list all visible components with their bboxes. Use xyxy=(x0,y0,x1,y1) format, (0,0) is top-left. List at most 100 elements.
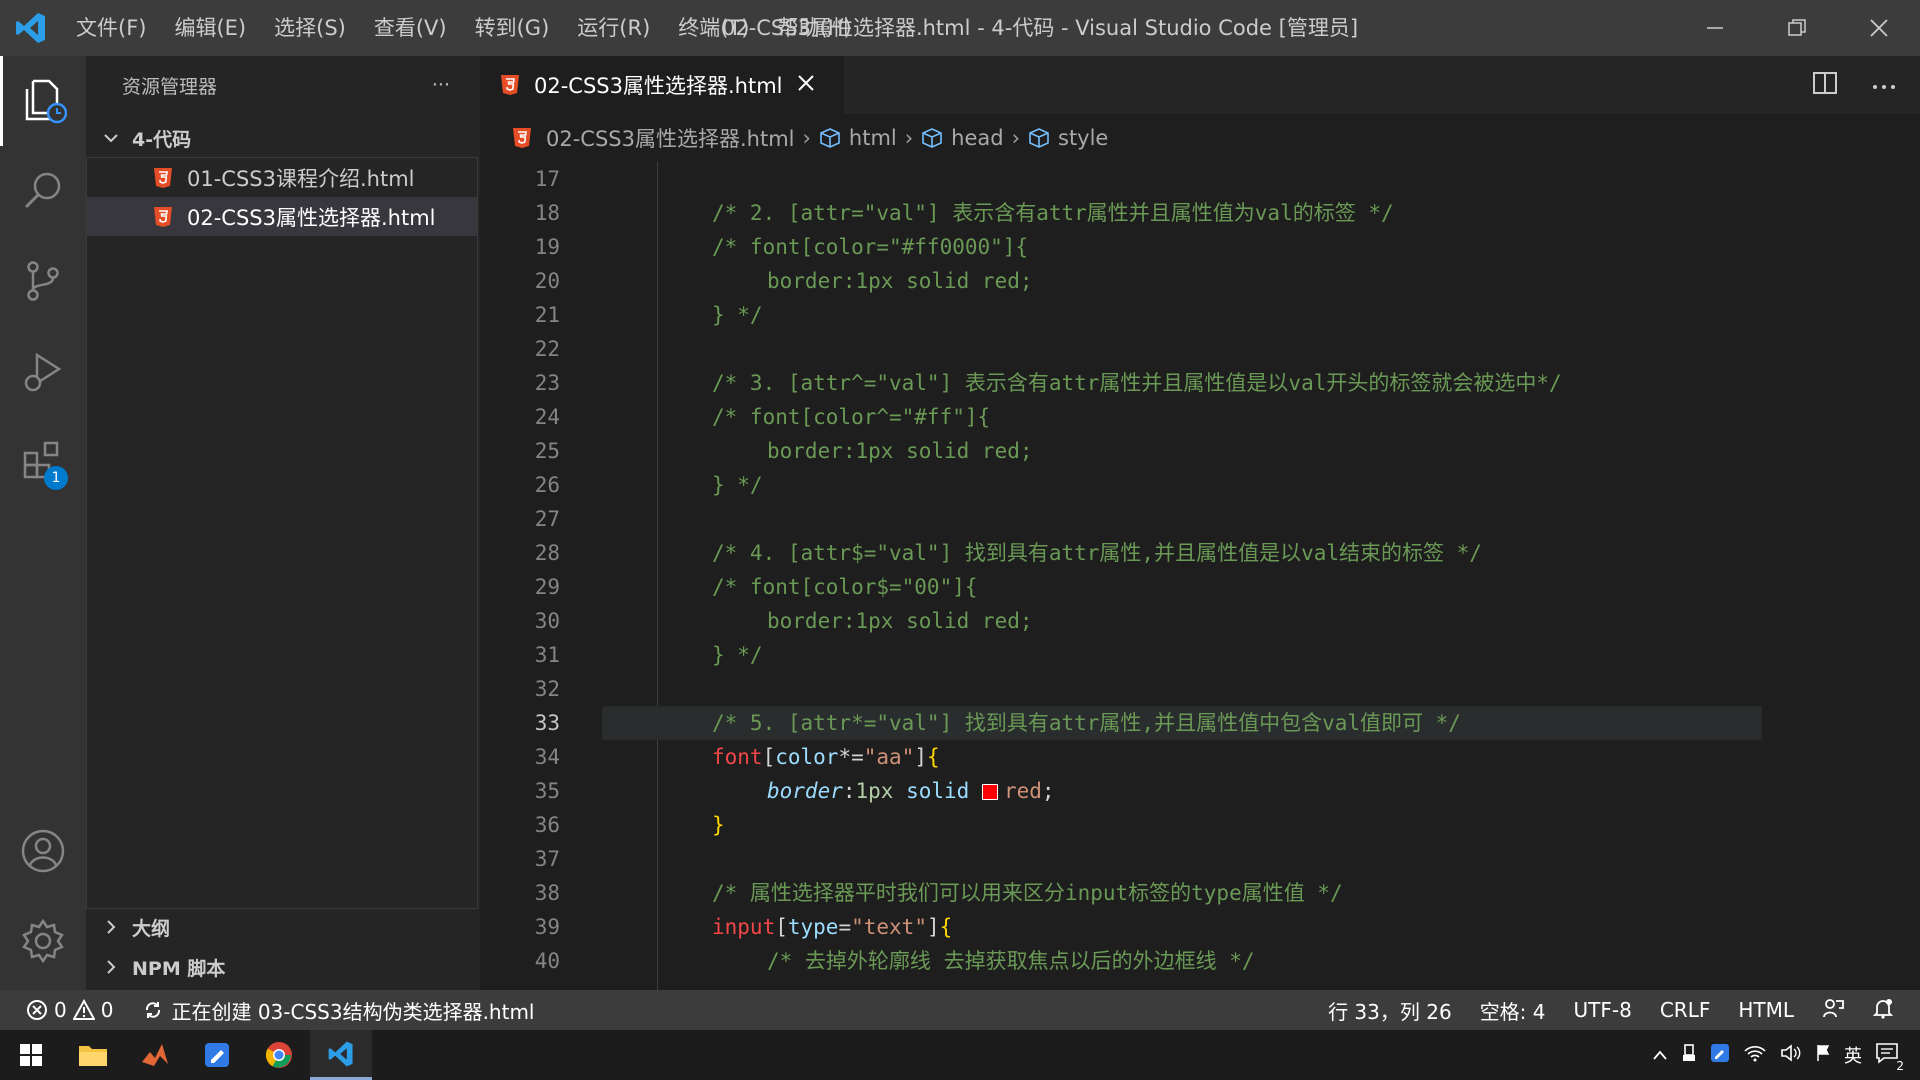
problems-button[interactable]: 0 0 xyxy=(26,998,113,1022)
search-button[interactable] xyxy=(0,146,86,236)
operator: = xyxy=(838,915,852,939)
line-number: 37 xyxy=(534,847,560,871)
attr-value: "aa" xyxy=(863,745,915,769)
editor-more-button[interactable] xyxy=(1872,76,1896,95)
tray-volume-icon[interactable] xyxy=(1780,1043,1802,1067)
manage-button[interactable] xyxy=(0,896,86,986)
symbol-cube-icon xyxy=(921,127,943,149)
chevron-right-icon: › xyxy=(802,126,811,150)
action-center-button[interactable]: 2 xyxy=(1876,1042,1904,1073)
vscode-logo-icon[interactable] xyxy=(0,0,62,56)
menu-selection[interactable]: 选择(S) xyxy=(260,0,360,56)
code-line-23: /* 3. [attr^="val"] 表示含有attr属性并且属性值是以val… xyxy=(712,371,1562,395)
taskbar-vscode[interactable] xyxy=(310,1030,372,1080)
code-line-31: } */ xyxy=(712,643,763,667)
restore-button[interactable] xyxy=(1756,0,1838,56)
html5-icon xyxy=(153,206,173,228)
settings-gear-icon xyxy=(22,918,64,964)
close-window-button[interactable] xyxy=(1838,0,1920,56)
close-tab-button[interactable] xyxy=(797,73,815,97)
extensions-badge: 1 xyxy=(44,466,68,490)
taskbar-notes[interactable] xyxy=(186,1030,248,1080)
windows-start-icon xyxy=(20,1044,42,1066)
taskbar-file-explorer[interactable] xyxy=(62,1030,124,1080)
breadcrumb-file-label: 02-CSS3属性选择器.html xyxy=(546,127,795,151)
more-actions-button[interactable]: ··· xyxy=(432,74,450,96)
extensions-button[interactable]: 1 xyxy=(0,416,86,506)
menu-file[interactable]: 文件(F) xyxy=(62,0,160,56)
tray-flag-icon[interactable] xyxy=(1816,1044,1830,1067)
tray-usb-icon[interactable] xyxy=(1682,1043,1696,1068)
breadcrumb-html[interactable]: html xyxy=(819,126,897,150)
npm-scripts-section[interactable]: NPM 脚本 xyxy=(86,949,480,985)
status-right: 行 33，列 26 空格: 4 UTF-8 CRLF HTML xyxy=(1328,990,1920,1030)
taskbar-chrome[interactable] xyxy=(248,1030,310,1080)
outline-label: 大纲 xyxy=(132,917,171,940)
menu-view[interactable]: 查看(V) xyxy=(360,0,461,56)
indentation[interactable]: 空格: 4 xyxy=(1480,996,1546,1025)
source-control-button[interactable] xyxy=(0,236,86,326)
code-editor[interactable]: 17 18 19 20 21 22 23 24 25 26 27 28 29 3… xyxy=(480,162,1920,990)
breadcrumb-file[interactable]: 02-CSS3属性选择器.html xyxy=(512,123,795,153)
volume-icon xyxy=(1781,1043,1801,1062)
notifications-button[interactable] xyxy=(1872,997,1894,1024)
html5-icon xyxy=(512,127,532,149)
line-number: 19 xyxy=(534,235,560,259)
close-icon xyxy=(797,75,814,91)
tray-overflow-button[interactable] xyxy=(1652,1045,1668,1066)
start-button[interactable] xyxy=(0,1030,62,1080)
sidebar-sections: 大纲 NPM 脚本 xyxy=(86,909,480,985)
chrome-icon xyxy=(265,1042,292,1068)
line-ending[interactable]: CRLF xyxy=(1660,998,1711,1022)
run-debug-button[interactable] xyxy=(0,326,86,416)
breadcrumb-style[interactable]: style xyxy=(1028,126,1108,150)
line-number: 39 xyxy=(534,915,560,939)
attr-name: color xyxy=(775,745,839,769)
brace: { xyxy=(939,915,953,939)
file-item-02[interactable]: 02-CSS3属性选择器.html xyxy=(87,197,477,236)
attr-value: "text" xyxy=(851,915,927,939)
language-mode[interactable]: HTML xyxy=(1738,998,1794,1022)
line-number: 40 xyxy=(534,949,560,973)
menu-go[interactable]: 转到(G) xyxy=(461,0,564,56)
matlab-icon xyxy=(142,1044,168,1066)
breadcrumb-head[interactable]: head xyxy=(921,126,1004,150)
line-number-gutter: 17 18 19 20 21 22 23 24 25 26 27 28 29 3… xyxy=(480,162,560,990)
wifi-icon xyxy=(1744,1045,1766,1061)
background-task[interactable]: 正在创建 03-CSS3结构伪类选择器.html xyxy=(143,996,535,1025)
tab-active-file[interactable]: 02-CSS3属性选择器.html xyxy=(480,56,844,114)
status-left: 0 0 正在创建 03-CSS3结构伪类选择器.html xyxy=(0,996,535,1025)
encoding[interactable]: UTF-8 xyxy=(1574,998,1632,1022)
color-swatch[interactable] xyxy=(981,784,998,800)
tray-app-icon[interactable] xyxy=(1710,1043,1730,1068)
breadcrumb-html-label: html xyxy=(848,126,897,150)
chevron-right-icon: › xyxy=(1011,126,1020,150)
symbol-cube-icon xyxy=(819,127,841,149)
menu-run[interactable]: 运行(R) xyxy=(563,0,664,56)
feedback-button[interactable] xyxy=(1822,997,1844,1024)
menu-terminal[interactable]: 终端(T) xyxy=(664,0,763,56)
notification-count: 2 xyxy=(1896,1058,1904,1073)
minimize-button[interactable] xyxy=(1674,0,1756,56)
line-number: 23 xyxy=(534,371,560,395)
symbol-cube-icon xyxy=(1028,127,1050,149)
ime-indicator[interactable]: 英 xyxy=(1844,1042,1862,1068)
folder-header[interactable]: 4-代码 xyxy=(86,120,480,156)
cursor-position[interactable]: 行 33，列 26 xyxy=(1328,996,1452,1025)
folder-name: 4-代码 xyxy=(132,128,192,151)
account-icon xyxy=(21,829,65,873)
accounts-button[interactable] xyxy=(0,806,86,896)
code-line-39: input[type="text"]{ xyxy=(602,910,952,944)
window-controls xyxy=(1674,0,1920,56)
file-item-01[interactable]: 01-CSS3课程介绍.html xyxy=(87,158,477,197)
explorer-button[interactable] xyxy=(0,56,86,146)
restore-icon xyxy=(1788,19,1806,36)
menu-edit[interactable]: 编辑(E) xyxy=(160,0,260,56)
split-editor-button[interactable] xyxy=(1812,71,1838,99)
bracket: ] xyxy=(926,915,940,939)
taskbar-matlab[interactable] xyxy=(124,1030,186,1080)
menu-help[interactable]: 帮助(H) xyxy=(763,0,865,56)
outline-section[interactable]: 大纲 xyxy=(86,909,480,945)
tray-network-icon[interactable] xyxy=(1744,1044,1766,1067)
chevron-right-icon xyxy=(98,958,124,976)
